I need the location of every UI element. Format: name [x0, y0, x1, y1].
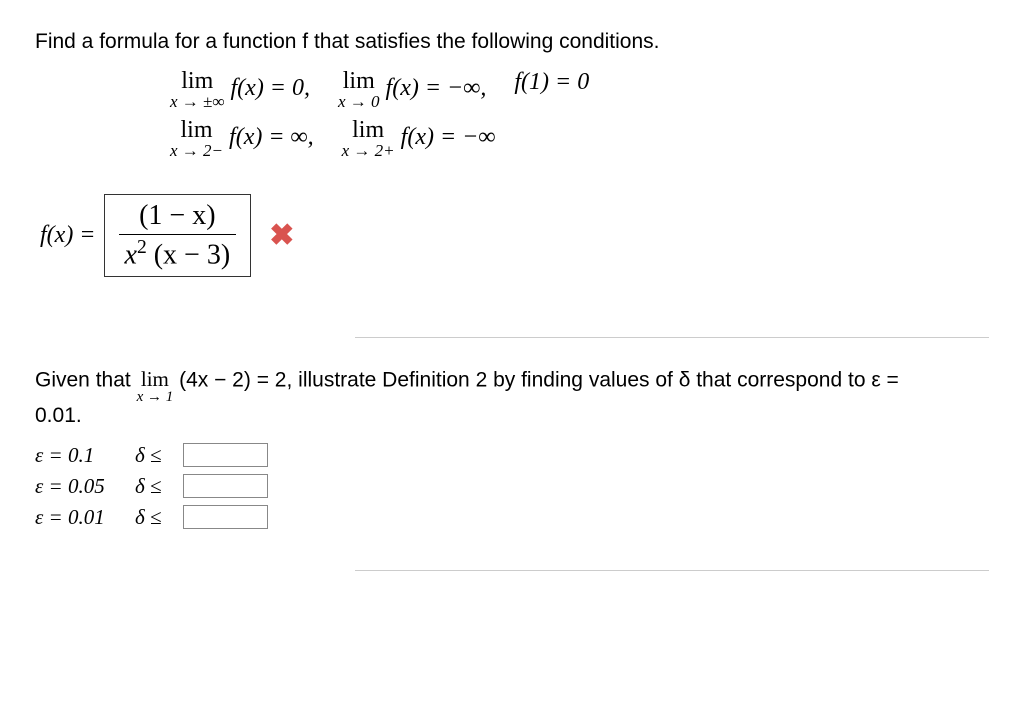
delta-label: δ ≤ — [135, 505, 183, 530]
lim-rhs: f(x) = −∞ — [401, 124, 496, 150]
lim-sub: x → 2− — [170, 142, 223, 159]
lim-expression: (4x − 2) = 2, — [179, 369, 292, 392]
epsilon-label: ε = 0.05 — [35, 474, 135, 499]
epsilon-label: ε = 0.1 — [35, 443, 135, 468]
lim-word: lim — [170, 118, 223, 142]
epsilon-row: ε = 0.05 δ ≤ — [35, 474, 989, 499]
fraction-numerator: (1 − x) — [119, 200, 237, 235]
q1-prompt: Find a formula for a function f that sat… — [35, 30, 989, 54]
lim-sub: x → ±∞ — [170, 93, 225, 110]
condition: f(1) = 0 — [514, 69, 589, 95]
answer-input-box[interactable]: (1 − x) x2 (x − 3) — [104, 194, 252, 277]
q2-prompt: Given that lim x → 1 (4x − 2) = 2, illus… — [35, 363, 989, 399]
section-divider — [355, 337, 989, 338]
delta-input-2[interactable] — [183, 474, 268, 498]
lim-sub: x → 2+ — [342, 142, 395, 159]
lim-rhs: f(x) = 0, — [231, 75, 311, 101]
epsilon-label: ε = 0.01 — [35, 505, 135, 530]
section-divider — [355, 570, 989, 571]
epsilon-row: ε = 0.01 δ ≤ — [35, 505, 989, 530]
lim-word: lim — [342, 118, 395, 142]
delta-label: δ ≤ — [135, 474, 183, 499]
q1-conditions: lim x → ±∞ f(x) = 0, lim x → 0 f(x) = −∞… — [170, 69, 989, 159]
lim-sub: x → 1 — [137, 390, 174, 405]
incorrect-icon: ✖ — [269, 218, 294, 253]
lim-rhs: f(x) = ∞, — [229, 124, 314, 150]
lim-word: lim — [338, 69, 380, 93]
lim-word: lim — [137, 369, 174, 390]
delta-label: δ ≤ — [135, 443, 183, 468]
lim-word: lim — [170, 69, 225, 93]
delta-input-3[interactable] — [183, 505, 268, 529]
delta-input-1[interactable] — [183, 443, 268, 467]
lim-sub: x → 0 — [338, 93, 380, 110]
lim-rhs: f(x) = −∞, — [386, 75, 487, 101]
epsilon-row: ε = 0.1 δ ≤ — [35, 443, 989, 468]
fraction-denominator: x2 (x − 3) — [119, 235, 237, 271]
q2-prompt-tail: 0.01. — [35, 399, 989, 433]
answer-label: f(x) = — [40, 222, 96, 249]
